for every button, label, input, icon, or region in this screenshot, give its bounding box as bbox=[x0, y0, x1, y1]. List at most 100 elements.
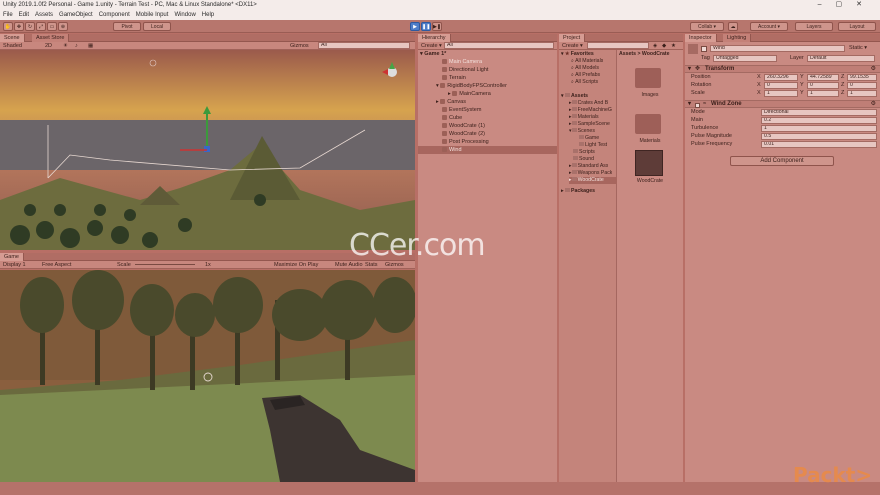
maximize-on-play-toggle[interactable]: Maximize On Play bbox=[274, 261, 318, 269]
scale-z-field[interactable]: 1 bbox=[847, 90, 877, 97]
tab-lighting[interactable]: Lighting bbox=[723, 34, 752, 42]
filter-icon[interactable]: ◈ bbox=[653, 42, 657, 50]
menu-gameobject[interactable]: GameObject bbox=[56, 10, 96, 20]
label-icon[interactable]: ◆ bbox=[662, 42, 666, 50]
asset-folder[interactable]: ▸ Weapons Pack bbox=[569, 170, 612, 177]
display-dropdown[interactable]: Display 1 bbox=[3, 261, 26, 269]
pause-button[interactable]: ❚❚ bbox=[421, 22, 431, 31]
folder-thumbnail-icon[interactable] bbox=[635, 68, 661, 88]
hierarchy-item-maincamera-child[interactable]: ▸ MainCamera bbox=[418, 90, 557, 98]
lighting-toggle-icon[interactable]: ☀ bbox=[63, 42, 68, 50]
rotation-x-field[interactable]: 0 bbox=[764, 82, 798, 89]
pivot-toggle-button[interactable]: Pivot bbox=[113, 22, 141, 31]
pulse-magnitude-field[interactable]: 0.5 bbox=[761, 133, 877, 140]
2d-toggle-icon[interactable]: 2D bbox=[45, 42, 52, 50]
tab-asset-store[interactable]: Asset Store bbox=[32, 34, 70, 42]
packages-header[interactable]: ▸ Packages bbox=[561, 188, 595, 195]
folder-thumbnail-icon[interactable] bbox=[635, 114, 661, 134]
favorite-item[interactable]: ⌕ All Models bbox=[571, 65, 599, 72]
static-dropdown[interactable]: Static ▾ bbox=[849, 45, 867, 52]
assets-header[interactable]: ▾ Assets bbox=[561, 93, 588, 100]
scene-viewport[interactable] bbox=[0, 50, 415, 250]
hierarchy-item-cube[interactable]: Cube bbox=[418, 114, 557, 122]
add-component-button[interactable]: Add Component bbox=[730, 156, 834, 166]
asset-folder[interactable]: ▸ Standard Ass bbox=[569, 163, 608, 170]
mode-dropdown[interactable]: Directional bbox=[761, 109, 877, 116]
hierarchy-item-post-processing[interactable]: Post Processing bbox=[418, 138, 557, 146]
object-name-input[interactable]: Wind bbox=[710, 45, 845, 52]
rotation-z-field[interactable]: 0 bbox=[847, 82, 877, 89]
turbulence-field[interactable]: 1 bbox=[761, 125, 877, 132]
asset-folder[interactable]: ▾ Scenes bbox=[569, 128, 595, 135]
hand-tool-icon[interactable]: ✋ bbox=[3, 22, 13, 31]
windzone-header[interactable]: ▾ ≈ Wind Zone ⚙ bbox=[685, 100, 880, 108]
hierarchy-search-input[interactable]: All bbox=[444, 42, 554, 49]
hierarchy-scene-row[interactable]: ▾ Game 1* bbox=[418, 50, 557, 58]
layer-dropdown[interactable]: Default bbox=[807, 55, 875, 62]
menu-component[interactable]: Component bbox=[96, 10, 133, 20]
hierarchy-item-directional-light[interactable]: Directional Light bbox=[418, 66, 557, 74]
scale-y-field[interactable]: 1 bbox=[807, 90, 839, 97]
position-z-field[interactable]: 99.1535 bbox=[847, 74, 877, 81]
transform-tool-icon[interactable]: ⊕ bbox=[58, 22, 68, 31]
component-enabled-checkbox[interactable] bbox=[695, 103, 700, 108]
asset-folder[interactable]: ▸ SampleScene bbox=[569, 121, 610, 128]
scale-slider[interactable] bbox=[135, 264, 195, 265]
component-settings-icon[interactable]: ⚙ bbox=[871, 66, 876, 73]
shading-mode-dropdown[interactable]: Shaded bbox=[3, 42, 22, 50]
favorite-item[interactable]: ⌕ All Scripts bbox=[571, 79, 598, 86]
scene-search-input[interactable]: All bbox=[318, 42, 410, 49]
layout-button[interactable]: Layout bbox=[838, 22, 876, 31]
hierarchy-item-woodcrate-1[interactable]: WoodCrate (1) bbox=[418, 122, 557, 130]
hierarchy-item-main-camera[interactable]: Main Camera bbox=[418, 58, 557, 66]
favorite-item[interactable]: ⌕ All Prefabs bbox=[571, 72, 600, 79]
local-toggle-button[interactable]: Local bbox=[143, 22, 171, 31]
menu-help[interactable]: Help bbox=[199, 10, 217, 20]
asset-folder[interactable]: Sound bbox=[573, 156, 594, 163]
scale-x-field[interactable]: 1 bbox=[764, 90, 798, 97]
prefab-thumbnail-icon[interactable] bbox=[635, 150, 663, 176]
project-search-input[interactable] bbox=[587, 42, 649, 49]
hierarchy-item-wind-selected[interactable]: Wind bbox=[418, 146, 557, 154]
menu-window[interactable]: Window bbox=[171, 10, 198, 20]
audio-toggle-icon[interactable]: ♪ bbox=[75, 42, 78, 50]
rotation-y-field[interactable]: 0 bbox=[807, 82, 839, 89]
hierarchy-item-canvas[interactable]: ▸ Canvas bbox=[418, 98, 557, 106]
hierarchy-create-button[interactable]: Create ▾ bbox=[421, 42, 442, 50]
menu-mobile-input[interactable]: Mobile Input bbox=[133, 10, 172, 20]
layers-button[interactable]: Layers bbox=[795, 22, 833, 31]
aspect-dropdown[interactable]: Free Aspect bbox=[42, 261, 71, 269]
effects-toggle-icon[interactable]: ▦ bbox=[88, 42, 93, 50]
tag-dropdown[interactable]: Untagged bbox=[713, 55, 777, 62]
favorite-item[interactable]: ⌕ All Materials bbox=[571, 58, 603, 65]
favorite-star-icon[interactable]: ★ bbox=[671, 42, 676, 50]
tab-game[interactable]: Game bbox=[0, 253, 24, 261]
scene-gizmos-dropdown[interactable]: Gizmos bbox=[290, 42, 309, 50]
hierarchy-item-rigidbody-fps-controller[interactable]: ▾ RigidBodyFPSController bbox=[418, 82, 557, 90]
asset-file[interactable]: Light Test bbox=[579, 142, 607, 149]
hierarchy-item-terrain[interactable]: Terrain bbox=[418, 74, 557, 82]
asset-folder-selected[interactable]: ▸ WoodCrate bbox=[569, 177, 617, 184]
rotate-tool-icon[interactable]: ↻ bbox=[25, 22, 35, 31]
favorites-header[interactable]: ▾ ★Favorites bbox=[561, 51, 594, 58]
tab-scene[interactable]: Scene bbox=[0, 34, 25, 42]
asset-file[interactable]: Game bbox=[579, 135, 599, 142]
hierarchy-item-woodcrate-2[interactable]: WoodCrate (2) bbox=[418, 130, 557, 138]
move-tool-icon[interactable]: ✥ bbox=[14, 22, 24, 31]
transform-header[interactable]: ▾ ✥ Transform ⚙ bbox=[685, 65, 880, 73]
collab-button[interactable]: Collab ▾ bbox=[690, 22, 724, 31]
active-checkbox[interactable] bbox=[701, 46, 707, 52]
main-field[interactable]: 0.2 bbox=[761, 117, 877, 124]
pulse-frequency-field[interactable]: 0.01 bbox=[761, 141, 877, 148]
account-button[interactable]: Account ▾ bbox=[750, 22, 788, 31]
asset-folder[interactable]: ▸ FreeMachineG bbox=[569, 107, 612, 114]
component-settings-icon[interactable]: ⚙ bbox=[871, 101, 876, 108]
project-create-button[interactable]: Create ▾ bbox=[562, 42, 583, 50]
position-x-field[interactable]: 260.3296 bbox=[764, 74, 798, 81]
cloud-icon[interactable]: ☁ bbox=[728, 22, 738, 31]
rect-tool-icon[interactable]: ▭ bbox=[47, 22, 57, 31]
tab-hierarchy[interactable]: Hierarchy bbox=[418, 34, 451, 42]
asset-folder[interactable]: Scripts bbox=[573, 149, 595, 156]
asset-folder[interactable]: ▸ Crates And B bbox=[569, 100, 608, 107]
project-breadcrumb[interactable]: Assets > WoodCrate bbox=[619, 51, 670, 58]
